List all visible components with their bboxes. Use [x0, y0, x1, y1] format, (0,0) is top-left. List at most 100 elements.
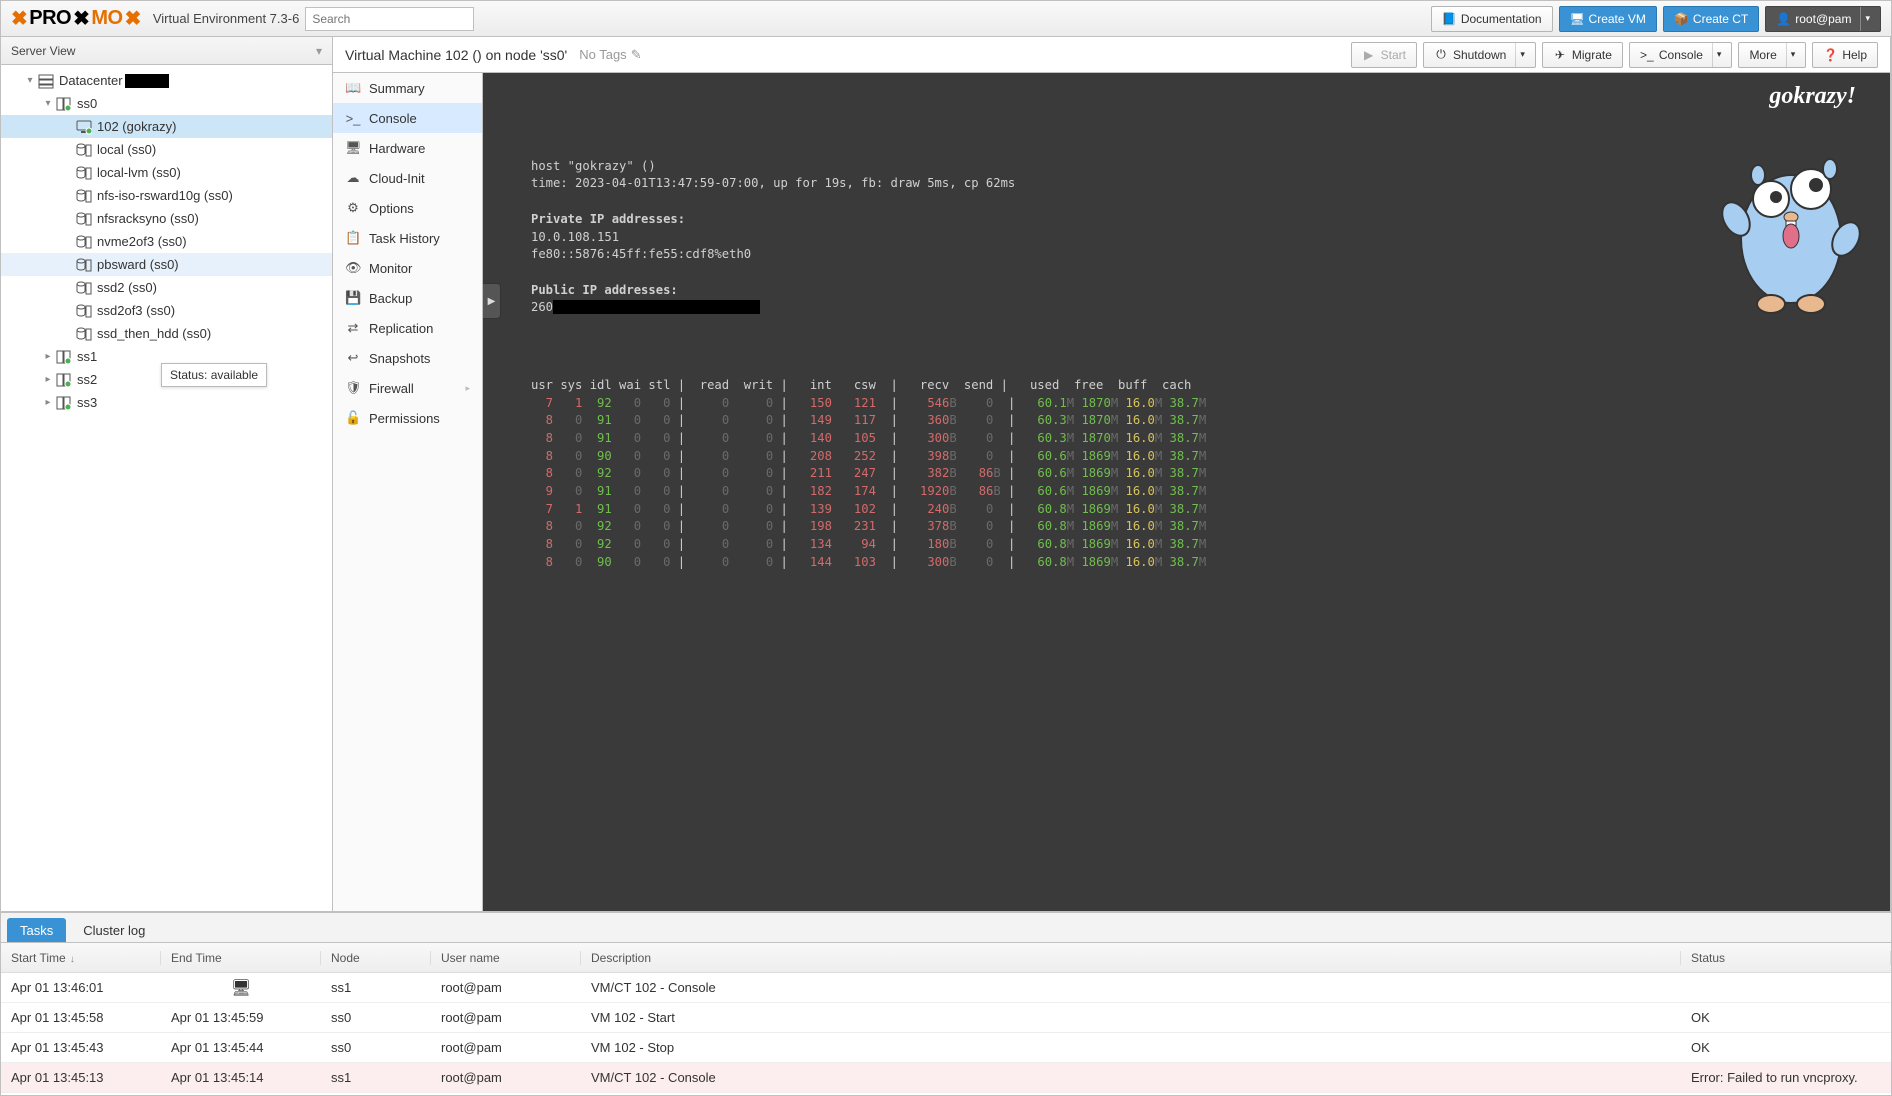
col-status[interactable]: Status: [1681, 951, 1891, 965]
cell-user: root@pam: [431, 1010, 581, 1025]
subnav-monitor[interactable]: 👁 Monitor: [333, 253, 482, 283]
col-user[interactable]: User name: [431, 951, 581, 965]
subnav-label: Replication: [369, 321, 433, 336]
subnav-options[interactable]: ⚙Options: [333, 193, 482, 223]
tab-cluster-log[interactable]: Cluster log: [70, 918, 158, 942]
tree-item-label: local (ss0): [97, 142, 156, 157]
cell-status: OK: [1681, 1010, 1891, 1025]
cube-icon: 📦: [1674, 12, 1688, 26]
cell-start: Apr 01 13:45:13: [1, 1070, 161, 1085]
server-view-header[interactable]: Server View ▾: [1, 37, 332, 65]
running-icon: 🖥: [171, 978, 311, 998]
cell-status: OK: [1681, 1040, 1891, 1055]
subnav-label: Backup: [369, 291, 412, 306]
power-icon: ⏻: [1434, 47, 1448, 62]
tree-item-ss2[interactable]: ▸ ss2: [1, 368, 332, 391]
shutdown-button[interactable]: ⏻Shutdown▾: [1423, 42, 1536, 68]
task-log-row[interactable]: Apr 01 13:46:01🖥ss1root@pamVM/CT 102 - C…: [1, 973, 1891, 1003]
redacted-text: [125, 74, 169, 88]
summary-icon: 📖: [345, 80, 361, 96]
subnav-snapshots[interactable]: ↩Snapshots: [333, 343, 482, 373]
col-end-time[interactable]: End Time: [161, 951, 321, 965]
tree-item-ssd-then-hdd-ss0-[interactable]: ssd_then_hdd (ss0): [1, 322, 332, 345]
cell-desc: VM 102 - Start: [581, 1010, 1681, 1025]
task-log-row[interactable]: Apr 01 13:45:43Apr 01 13:45:44ss0root@pa…: [1, 1033, 1891, 1063]
console-label: Console: [1659, 48, 1703, 62]
left-panel: Server View ▾ Status: available ▾Datacen…: [1, 37, 333, 911]
tree-item-ss1[interactable]: ▸ss1: [1, 345, 332, 368]
col-start-time[interactable]: Start Time↓: [1, 951, 161, 965]
node-icon: [55, 96, 73, 112]
documentation-button[interactable]: 📘Documentation: [1431, 6, 1553, 32]
expand-icon: ▸: [41, 374, 55, 385]
task-log-row[interactable]: Apr 01 13:45:13Apr 01 13:45:14ss1root@pa…: [1, 1063, 1891, 1093]
tree-item-nvme2of3-ss0-[interactable]: nvme2of3 (ss0): [1, 230, 332, 253]
tree-item-datacenter[interactable]: ▾Datacenter: [1, 69, 332, 92]
tree-item-ssd2-ss0-[interactable]: ssd2 (ss0): [1, 276, 332, 299]
tags-chip[interactable]: No Tags✎: [579, 47, 641, 63]
console-output: gokrazy!: [483, 73, 1890, 586]
create-vm-button[interactable]: 🖥Create VM: [1559, 6, 1657, 32]
migrate-button[interactable]: ✈Migrate: [1542, 42, 1623, 68]
subnav-backup[interactable]: 💾Backup: [333, 283, 482, 313]
tree-item-label: 102 (gokrazy): [97, 119, 176, 134]
tree-item-nfs-iso-rsward10g-ss0-[interactable]: nfs-iso-rsward10g (ss0): [1, 184, 332, 207]
chevron-down-icon: ▾: [1712, 43, 1722, 67]
subnav-cloud-init[interactable]: ☁Cloud-Init: [333, 163, 482, 193]
subnav-label: Console: [369, 111, 417, 126]
tree-item-local-lvm-ss0-[interactable]: local-lvm (ss0): [1, 161, 332, 184]
cloud-init-icon: ☁: [345, 170, 361, 186]
subnav-label: Monitor: [369, 261, 412, 276]
gokrazy-brand: gokrazy!: [1769, 79, 1856, 114]
tree-item-nfsracksyno-ss0-[interactable]: nfsracksyno (ss0): [1, 207, 332, 230]
subnav-replication[interactable]: ⇄Replication: [333, 313, 482, 343]
user-menu-button[interactable]: 👤root@pam▾: [1765, 6, 1881, 32]
task-log-row[interactable]: Apr 01 13:45:58Apr 01 13:45:59ss0root@pa…: [1, 1003, 1891, 1033]
subnav-label: Options: [369, 201, 414, 216]
console-panel[interactable]: ▶ gokrazy!: [483, 73, 1890, 911]
subnav-console[interactable]: >_Console: [333, 103, 482, 133]
subnav-label: Permissions: [369, 411, 440, 426]
pencil-icon: ✎: [631, 47, 642, 63]
help-icon: ❓: [1823, 48, 1837, 62]
subnav-task-history[interactable]: 📋Task History: [333, 223, 482, 253]
start-button[interactable]: ▶Start: [1351, 42, 1417, 68]
subnav-firewall[interactable]: 🛡Firewall▸: [333, 373, 482, 403]
tree-item-ss3[interactable]: ▸ss3: [1, 391, 332, 414]
task-log-panel: Tasks Cluster log Start Time↓ End Time N…: [1, 911, 1891, 1095]
subnav-summary[interactable]: 📖Summary: [333, 73, 482, 103]
create-ct-button[interactable]: 📦 Create CT: [1663, 6, 1759, 32]
tree-item-label: ss2: [77, 372, 97, 387]
cell-start: Apr 01 13:46:01: [1, 980, 161, 995]
tree-item-label: nvme2of3 (ss0): [97, 234, 187, 249]
subnav-permissions[interactable]: 🔓Permissions: [333, 403, 482, 433]
tree-item-ssd2of3-ss0-[interactable]: ssd2of3 (ss0): [1, 299, 332, 322]
firewall-icon: 🛡: [345, 380, 361, 396]
monitor-icon: 👁: [345, 260, 361, 276]
tree-item-local-ss0-[interactable]: local (ss0): [1, 138, 332, 161]
cell-user: root@pam: [431, 1070, 581, 1085]
help-label: Help: [1842, 48, 1867, 62]
top-bar: ✖ PRO ✖ MO ✖ Virtual Environment 7.3-6 📘…: [1, 1, 1891, 37]
create-ct-label: Create CT: [1693, 12, 1748, 26]
tab-tasks[interactable]: Tasks: [7, 918, 66, 942]
tree-item-pbsward-ss0-[interactable]: pbsward (ss0): [1, 253, 332, 276]
vm-icon: [75, 119, 93, 135]
help-button[interactable]: ❓ Help: [1812, 42, 1878, 68]
storage-icon: [75, 165, 93, 181]
shutdown-label: Shutdown: [1453, 48, 1506, 62]
tree-item-102-gokrazy-[interactable]: 102 (gokrazy): [1, 115, 332, 138]
col-description[interactable]: Description: [581, 951, 1681, 965]
tree-item-ss0[interactable]: ▾ss0: [1, 92, 332, 115]
console-button[interactable]: >_Console▾: [1629, 42, 1733, 68]
version-label: Virtual Environment 7.3-6: [153, 11, 299, 26]
cell-status: Error: Failed to run vncproxy.: [1681, 1070, 1891, 1085]
col-node[interactable]: Node: [321, 951, 431, 965]
subnav-hardware[interactable]: 🖥Hardware: [333, 133, 482, 163]
more-button[interactable]: More▾: [1738, 42, 1806, 68]
task-log-table: Start Time↓ End Time Node User name Desc…: [1, 943, 1891, 1095]
user-icon: 👤: [1776, 12, 1790, 26]
node-icon: [55, 349, 73, 365]
migrate-label: Migrate: [1572, 48, 1612, 62]
search-input[interactable]: [305, 7, 474, 31]
